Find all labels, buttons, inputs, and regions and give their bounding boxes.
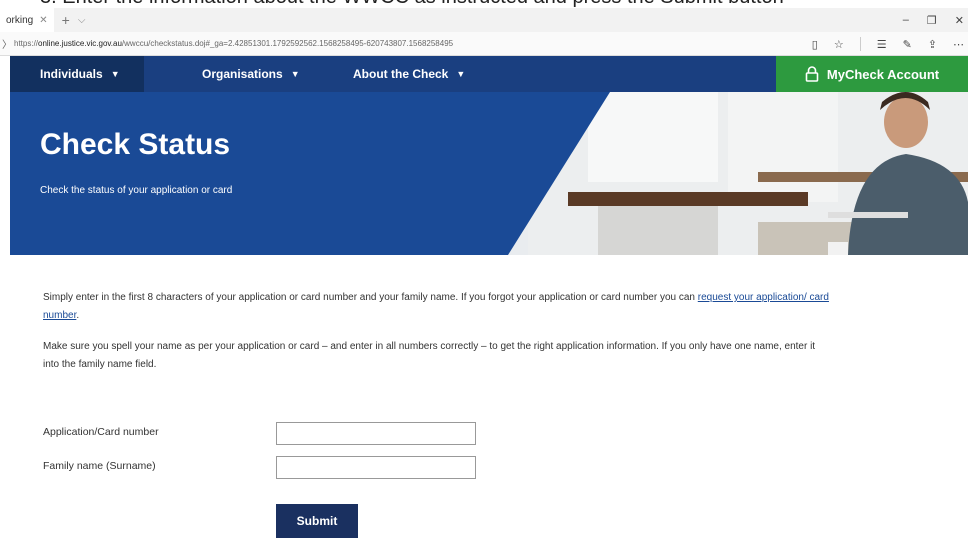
back-icon[interactable]: 〉 [0,36,14,51]
nav-about-the-check[interactable]: About the Check ▼ [323,56,465,92]
instruction-text: 3. Enter the information about the WWCC … [40,0,784,8]
card-number-label: Application/Card number [43,426,159,438]
family-name-input[interactable] [276,456,476,479]
tab-title: orking [6,14,34,26]
close-window-icon[interactable]: ✕ [955,14,964,27]
card-number-input[interactable] [276,422,476,445]
chevron-down-icon: ▼ [290,69,300,79]
address-bar: 〉 https://online.justice.vic.gov.au/wwcc… [0,32,968,56]
nav-organisations[interactable]: Organisations ▼ [172,56,300,92]
tab-list-chevron-icon[interactable]: ⌵ [78,15,86,26]
url-host: online.justice.vic.gov.au [38,39,122,48]
hero-banner: Check Status Check the status of your ap… [10,92,968,255]
nav-organisations-label: Organisations [202,67,283,81]
hero-blue-panel [10,92,610,255]
site-navigation: Individuals ▼ Organisations ▼ About the … [10,56,968,92]
url-path: /wwccu/checkstatus.doj#_ga=2.42851301.17… [121,39,454,48]
instructions-paragraph: Make sure you spell your name as per you… [43,341,816,370]
nav-individuals[interactable]: Individuals ▼ [10,56,144,92]
chevron-down-icon: ▼ [456,69,466,79]
url-field[interactable]: https://online.justice.vic.gov.au/wwccu/… [14,39,453,48]
lock-icon [805,66,819,82]
reading-view-icon[interactable]: ▯ [812,38,818,51]
browser-tab[interactable]: orking ✕ [0,8,54,32]
mycheck-account-label: MyCheck Account [826,66,940,82]
page-subtitle: Check the status of your application or … [40,185,233,196]
favorite-star-icon[interactable]: ☆ [834,38,844,51]
page-title: Check Status [40,128,231,161]
restore-icon[interactable]: ❐ [927,14,937,27]
window-controls: – ❐ ✕ [903,8,964,32]
chevron-down-icon: ▼ [110,69,120,79]
url-prefix: https:// [14,39,39,48]
browser-tab-bar: orking ✕ + ⌵ – ❐ ✕ [0,8,968,32]
toolbar-divider [859,37,861,51]
minimize-icon[interactable]: – [903,14,909,26]
submit-button[interactable]: Submit [276,504,358,538]
intro-paragraph: Simply enter in the first 8 characters o… [43,289,833,325]
nav-about-label: About the Check [353,67,449,81]
family-name-label: Family name (Surname) [43,460,156,472]
intro-text: Simply enter in the first 8 characters o… [43,292,698,303]
mycheck-account-button[interactable]: MyCheck Account [776,56,968,92]
favorites-hub-icon[interactable]: ☰ [877,38,887,51]
close-tab-icon[interactable]: ✕ [39,15,47,26]
pen-icon[interactable]: ✎ [903,38,912,51]
nav-individuals-label: Individuals [40,67,103,81]
share-icon[interactable]: ⇪ [928,38,937,51]
more-icon[interactable]: ⋯ [953,38,964,51]
browser-toolbar: ▯ ☆ ☰ ✎ ⇪ ⋯ [812,32,964,56]
intro-end: . [76,310,80,321]
new-tab-icon[interactable]: + [62,12,70,28]
instruction-caption: 3. Enter the information about the WWCC … [0,0,968,8]
